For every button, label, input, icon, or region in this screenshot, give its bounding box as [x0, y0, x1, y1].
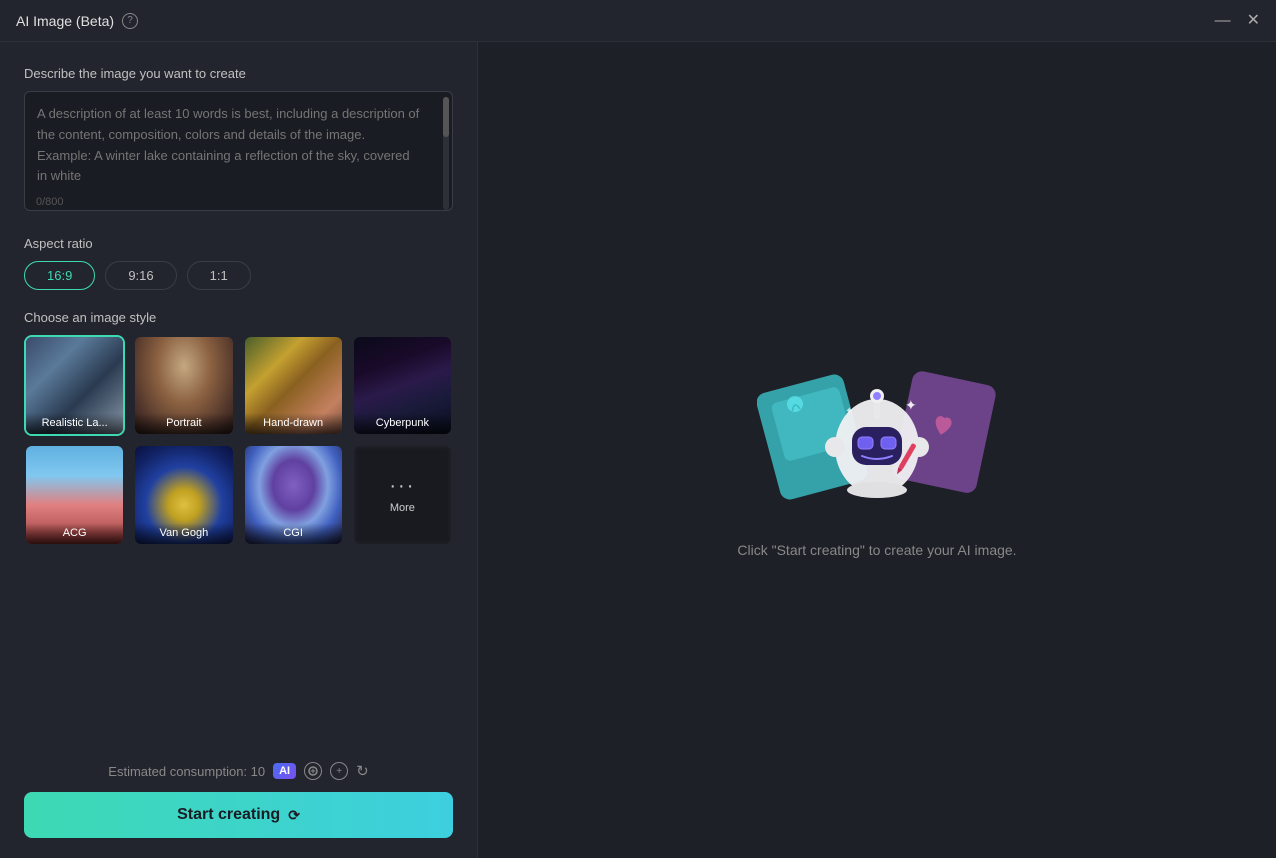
- more-dots-icon: ···: [389, 475, 415, 498]
- start-btn-icon: ⟳: [288, 807, 300, 824]
- window-controls: — ✕: [1215, 13, 1260, 29]
- aspect-btn-1-1[interactable]: 1:1: [187, 261, 251, 290]
- start-button-label: Start creating: [177, 806, 280, 824]
- description-input[interactable]: [24, 91, 453, 211]
- style-label-cyberpunk: Cyberpunk: [354, 413, 451, 434]
- consumption-text: Estimated consumption: 10: [108, 764, 265, 779]
- description-label: Describe the image you want to create: [24, 66, 453, 81]
- add-icon[interactable]: +: [330, 762, 348, 780]
- style-label-more: More: [390, 502, 415, 514]
- more-overlay: ··· More: [354, 446, 451, 543]
- ai-illustration: ✦ ✦: [757, 342, 997, 522]
- style-grid: Realistic La... Portrait Hand-drawn Cybe…: [24, 335, 453, 546]
- style-card-vangogh[interactable]: Van Gogh: [133, 444, 234, 545]
- image-style-label: Choose an image style: [24, 310, 453, 325]
- style-card-cyberpunk[interactable]: Cyberpunk: [352, 335, 453, 436]
- style-card-more[interactable]: ··· More: [352, 444, 453, 545]
- help-icon[interactable]: ?: [122, 13, 138, 29]
- style-card-portrait[interactable]: Portrait: [133, 335, 234, 436]
- aspect-ratio-buttons: 16:9 9:16 1:1: [24, 261, 453, 290]
- svg-text:✦: ✦: [905, 397, 917, 413]
- app-title: AI Image (Beta): [16, 13, 114, 29]
- textarea-wrapper: 0/800: [24, 91, 453, 216]
- aspect-ratio-label: Aspect ratio: [24, 236, 453, 251]
- style-label-realistic: Realistic La...: [26, 413, 123, 434]
- hint-text: Click "Start creating" to create your AI…: [737, 542, 1016, 558]
- image-style-section: Choose an image style Realistic La... Po…: [24, 310, 453, 546]
- refresh-icon[interactable]: ↻: [356, 762, 369, 780]
- titlebar: AI Image (Beta) ? — ✕: [0, 0, 1276, 42]
- style-card-cgi[interactable]: CGI: [243, 444, 344, 545]
- style-label-handdrawn: Hand-drawn: [245, 413, 342, 434]
- style-label-portrait: Portrait: [135, 413, 232, 434]
- description-section: Describe the image you want to create 0/…: [24, 66, 453, 216]
- right-panel: ✦ ✦ Click "Start creating" to create you…: [478, 42, 1276, 858]
- start-creating-button[interactable]: Start creating ⟳: [24, 792, 453, 838]
- textarea-scrollbar: [443, 97, 449, 210]
- style-card-handdrawn[interactable]: Hand-drawn: [243, 335, 344, 436]
- char-count: 0/800: [36, 196, 64, 208]
- style-label-cgi: CGI: [245, 523, 342, 544]
- consumption-row: Estimated consumption: 10 AI + ↻: [24, 762, 453, 780]
- credits-icon: [304, 762, 322, 780]
- minimize-button[interactable]: —: [1215, 13, 1231, 29]
- style-card-acg[interactable]: ACG: [24, 444, 125, 545]
- style-card-realistic[interactable]: Realistic La...: [24, 335, 125, 436]
- bottom-bar: Estimated consumption: 10 AI + ↻ Start c…: [24, 746, 453, 838]
- main-layout: Describe the image you want to create 0/…: [0, 42, 1276, 858]
- style-label-vangogh: Van Gogh: [135, 523, 232, 544]
- aspect-btn-9-16[interactable]: 9:16: [105, 261, 176, 290]
- style-label-acg: ACG: [26, 523, 123, 544]
- left-panel: Describe the image you want to create 0/…: [0, 42, 478, 858]
- svg-text:✦: ✦: [845, 406, 853, 417]
- aspect-ratio-section: Aspect ratio 16:9 9:16 1:1: [24, 236, 453, 290]
- ai-badge: AI: [273, 763, 296, 779]
- aspect-btn-16-9[interactable]: 16:9: [24, 261, 95, 290]
- titlebar-left: AI Image (Beta) ?: [16, 13, 138, 29]
- close-button[interactable]: ✕: [1247, 13, 1260, 29]
- scrollbar-thumb: [443, 97, 449, 137]
